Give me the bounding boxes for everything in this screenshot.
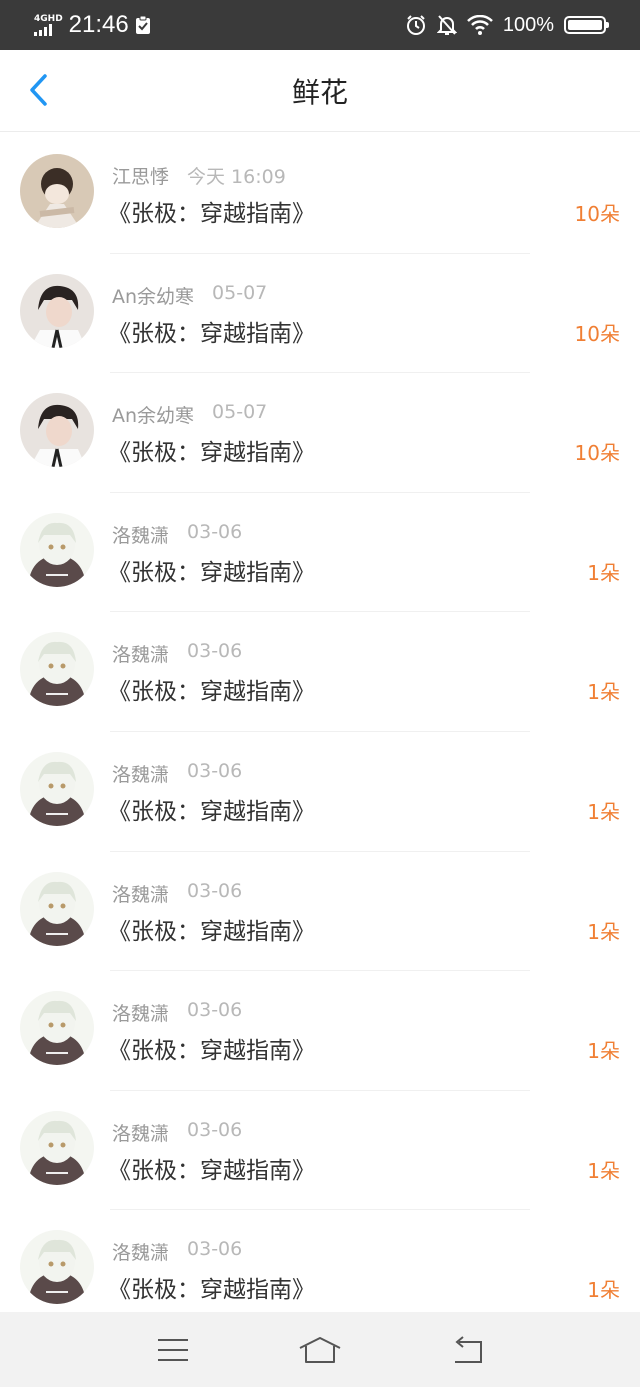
timestamp: 03-06 bbox=[187, 1238, 243, 1261]
home-icon bbox=[299, 1336, 341, 1363]
battery-icon bbox=[564, 16, 609, 34]
username[interactable]: 江思悸 bbox=[112, 162, 169, 189]
list-item[interactable]: 洛魏潇 03-06 《张极：穿越指南》 1朵 bbox=[0, 971, 640, 1091]
list-item[interactable]: 洛魏潇 03-06 《张极：穿越指南》 1朵 bbox=[0, 732, 640, 852]
item-meta: 洛魏潇 03-06 bbox=[112, 1238, 242, 1265]
timestamp: 03-06 bbox=[187, 520, 243, 543]
list-item[interactable]: 洛魏潇 03-06 《张极：穿越指南》 1朵 bbox=[0, 852, 640, 972]
timestamp: 03-06 bbox=[187, 640, 243, 663]
signal-icon bbox=[34, 24, 63, 36]
book-title[interactable]: 《张极：穿越指南》 bbox=[108, 194, 315, 228]
app-header: 鲜花 bbox=[0, 50, 640, 132]
item-meta: 洛魏潇 03-06 bbox=[112, 640, 242, 667]
back-button[interactable] bbox=[16, 68, 60, 112]
item-meta: 洛魏潇 03-06 bbox=[112, 760, 242, 787]
back-icon bbox=[454, 1335, 482, 1363]
book-title[interactable]: 《张极：穿越指南》 bbox=[108, 314, 315, 348]
bell-off-icon bbox=[436, 15, 457, 35]
list-item[interactable]: 洛魏潇 03-06 《张极：穿越指南》 1朵 bbox=[0, 612, 640, 732]
timestamp: 05-07 bbox=[212, 281, 268, 304]
flower-count: 1朵 bbox=[587, 1039, 620, 1064]
network-type: 4G bbox=[34, 14, 48, 24]
book-title[interactable]: 《张极：穿越指南》 bbox=[108, 433, 315, 467]
avatar[interactable] bbox=[20, 273, 94, 348]
flower-count: 1朵 bbox=[587, 799, 620, 824]
item-meta: An余幼寒 05-07 bbox=[112, 401, 267, 428]
flower-list: 江思悸 今天 16:09 《张极：穿越指南》 10朵 An余幼寒 05-07 《张极：穿越指… bbox=[0, 134, 640, 1330]
timestamp: 03-06 bbox=[187, 999, 243, 1022]
timestamp: 03-06 bbox=[187, 1118, 243, 1141]
timestamp: 03-06 bbox=[187, 759, 243, 782]
username[interactable]: 洛魏潇 bbox=[112, 521, 169, 548]
item-meta: 洛魏潇 03-06 bbox=[112, 999, 242, 1026]
list-item[interactable]: 江思悸 今天 16:09 《张极：穿越指南》 10朵 bbox=[0, 134, 640, 254]
menu-icon bbox=[158, 1338, 189, 1361]
system-nav-bar bbox=[0, 1312, 640, 1387]
flower-count: 10朵 bbox=[574, 321, 620, 346]
avatar[interactable] bbox=[20, 154, 94, 228]
username[interactable]: 洛魏潇 bbox=[112, 760, 169, 787]
avatar[interactable] bbox=[20, 512, 94, 587]
flower-count: 1朵 bbox=[587, 1158, 620, 1183]
avatar[interactable] bbox=[20, 1230, 94, 1305]
avatar[interactable] bbox=[20, 632, 94, 707]
list-item[interactable]: 洛魏潇 03-06 《张极：穿越指南》 1朵 bbox=[0, 1091, 640, 1211]
list-item[interactable]: 洛魏潇 03-06 《张极：穿越指南》 1朵 bbox=[0, 493, 640, 613]
flower-count: 1朵 bbox=[587, 919, 620, 944]
home-button[interactable] bbox=[290, 1325, 350, 1375]
avatar[interactable] bbox=[20, 1110, 94, 1185]
book-title[interactable]: 《张极：穿越指南》 bbox=[108, 792, 315, 826]
item-meta: 洛魏潇 03-06 bbox=[112, 521, 242, 548]
chevron-left-icon bbox=[30, 74, 47, 106]
book-title[interactable]: 《张极：穿越指南》 bbox=[108, 1031, 315, 1065]
clock: 21:46 bbox=[68, 11, 129, 38]
wifi-icon bbox=[466, 15, 493, 35]
item-meta: 洛魏潇 03-06 bbox=[112, 1119, 242, 1146]
item-meta: 江思悸 今天 16:09 bbox=[112, 162, 286, 189]
item-meta: 洛魏潇 03-06 bbox=[112, 880, 242, 907]
network-suffix: HD bbox=[47, 14, 63, 24]
list-item[interactable]: An余幼寒 05-07 《张极：穿越指南》 10朵 bbox=[0, 254, 640, 374]
book-title[interactable]: 《张极：穿越指南》 bbox=[108, 1151, 315, 1185]
list-item[interactable]: An余幼寒 05-07 《张极：穿越指南》 10朵 bbox=[0, 373, 640, 493]
username[interactable]: 洛魏潇 bbox=[112, 640, 169, 667]
status-right: 100% bbox=[405, 13, 609, 37]
status-left: 4GHD 21:46 bbox=[34, 11, 151, 39]
network-indicator: 4GHD bbox=[34, 14, 63, 36]
flower-count: 10朵 bbox=[574, 441, 620, 466]
flower-count: 1朵 bbox=[587, 560, 620, 585]
book-title[interactable]: 《张极：穿越指南》 bbox=[108, 912, 315, 946]
flower-count: 10朵 bbox=[574, 202, 620, 226]
avatar[interactable] bbox=[20, 751, 94, 826]
flower-count: 1朵 bbox=[587, 1278, 620, 1303]
back-nav-button[interactable] bbox=[437, 1325, 497, 1375]
username[interactable]: An余幼寒 bbox=[112, 401, 194, 428]
avatar[interactable] bbox=[20, 871, 94, 946]
flower-count: 1朵 bbox=[587, 680, 620, 705]
username[interactable]: 洛魏潇 bbox=[112, 999, 169, 1026]
username[interactable]: 洛魏潇 bbox=[112, 1119, 169, 1146]
avatar[interactable] bbox=[20, 991, 94, 1066]
item-meta: An余幼寒 05-07 bbox=[112, 282, 267, 309]
menu-button[interactable] bbox=[143, 1325, 203, 1375]
username[interactable]: 洛魏潇 bbox=[112, 1238, 169, 1265]
username[interactable]: An余幼寒 bbox=[112, 282, 194, 309]
battery-percent: 100% bbox=[502, 13, 554, 36]
clipboard-check-icon bbox=[135, 15, 150, 34]
timestamp: 05-07 bbox=[212, 401, 268, 424]
timestamp: 03-06 bbox=[187, 879, 243, 902]
timestamp: 今天 16:09 bbox=[187, 166, 286, 188]
book-title[interactable]: 《张极：穿越指南》 bbox=[108, 553, 315, 587]
avatar[interactable] bbox=[20, 393, 94, 468]
page-title: 鲜花 bbox=[291, 75, 348, 109]
book-title[interactable]: 《张极：穿越指南》 bbox=[108, 672, 315, 706]
username[interactable]: 洛魏潇 bbox=[112, 880, 169, 907]
book-title[interactable]: 《张极：穿越指南》 bbox=[108, 1270, 315, 1304]
status-bar: 4GHD 21:46 100% bbox=[0, 0, 640, 50]
alarm-icon bbox=[406, 15, 425, 35]
